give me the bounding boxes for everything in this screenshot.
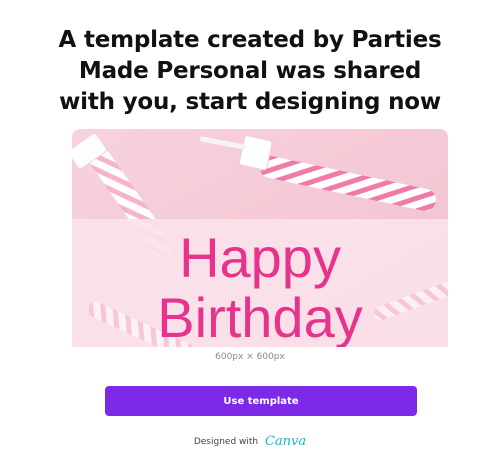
page-headline: A template created by Parties Made Perso… [58, 27, 442, 115]
template-dimensions: 600px × 600px [215, 352, 285, 362]
designed-with-footer: Designed with Canva [0, 432, 500, 452]
use-template-button[interactable]: Use template [105, 386, 417, 416]
canva-logo[interactable]: Canva [265, 434, 306, 449]
birthday-card-image: Happy Birthday [72, 129, 448, 347]
template-preview[interactable]: Happy Birthday [72, 129, 448, 347]
card-text-birthday: Birthday [157, 286, 362, 347]
card-text-happy: Happy [179, 226, 341, 289]
designed-with-label: Designed with [193, 437, 259, 447]
